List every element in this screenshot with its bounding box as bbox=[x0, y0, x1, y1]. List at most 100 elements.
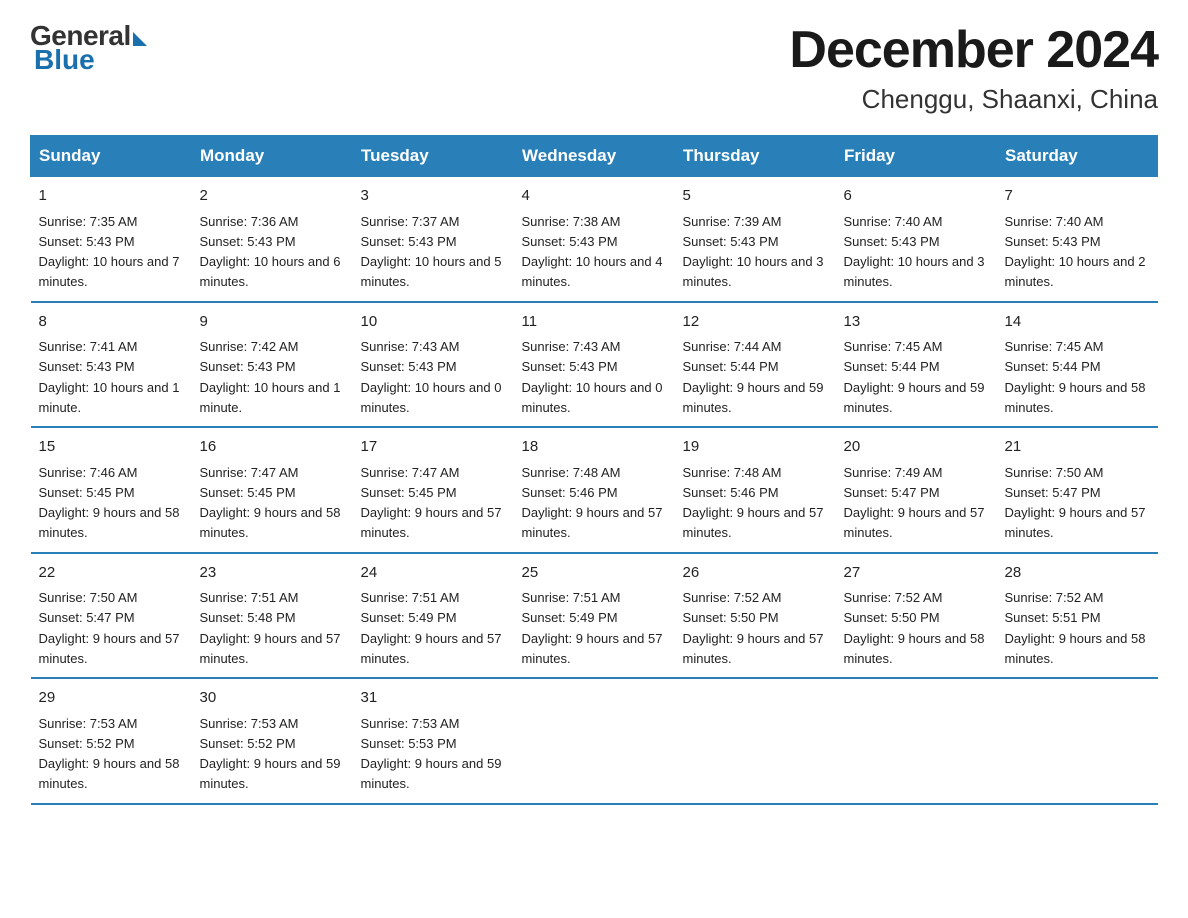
day-info: Sunrise: 7:51 AMSunset: 5:48 PMDaylight:… bbox=[200, 590, 341, 666]
day-number: 8 bbox=[39, 311, 184, 334]
day-info: Sunrise: 7:50 AMSunset: 5:47 PMDaylight:… bbox=[1005, 465, 1146, 541]
day-info: Sunrise: 7:45 AMSunset: 5:44 PMDaylight:… bbox=[1005, 339, 1146, 415]
day-info: Sunrise: 7:43 AMSunset: 5:43 PMDaylight:… bbox=[361, 339, 502, 415]
day-number: 16 bbox=[200, 436, 345, 459]
day-info: Sunrise: 7:51 AMSunset: 5:49 PMDaylight:… bbox=[522, 590, 663, 666]
table-row: 11 Sunrise: 7:43 AMSunset: 5:43 PMDayligh… bbox=[514, 302, 675, 428]
day-number: 11 bbox=[522, 311, 667, 334]
day-number: 18 bbox=[522, 436, 667, 459]
table-row: 29 Sunrise: 7:53 AMSunset: 5:52 PMDayligh… bbox=[31, 678, 192, 804]
day-info: Sunrise: 7:52 AMSunset: 5:50 PMDaylight:… bbox=[844, 590, 985, 666]
table-row: 8 Sunrise: 7:41 AMSunset: 5:43 PMDaylight… bbox=[31, 302, 192, 428]
day-number: 23 bbox=[200, 562, 345, 585]
day-info: Sunrise: 7:43 AMSunset: 5:43 PMDaylight:… bbox=[522, 339, 663, 415]
day-info: Sunrise: 7:47 AMSunset: 5:45 PMDaylight:… bbox=[200, 465, 341, 541]
table-row: 7Sunrise: 7:40 AMSunset: 5:43 PMDaylight… bbox=[997, 177, 1158, 302]
col-friday: Friday bbox=[836, 136, 997, 177]
day-info: Sunrise: 7:35 AMSunset: 5:43 PMDaylight:… bbox=[39, 214, 180, 290]
day-number: 29 bbox=[39, 687, 184, 710]
day-info: Sunrise: 7:50 AMSunset: 5:47 PMDaylight:… bbox=[39, 590, 180, 666]
table-row: 10 Sunrise: 7:43 AMSunset: 5:43 PMDayligh… bbox=[353, 302, 514, 428]
page-header: General Blue December 2024 Chenggu, Shaa… bbox=[30, 20, 1158, 115]
table-row: 16 Sunrise: 7:47 AMSunset: 5:45 PMDayligh… bbox=[192, 427, 353, 553]
table-row: 3Sunrise: 7:37 AMSunset: 5:43 PMDaylight… bbox=[353, 177, 514, 302]
calendar-week-row: 22 Sunrise: 7:50 AMSunset: 5:47 PMDayligh… bbox=[31, 553, 1158, 679]
calendar-table: Sunday Monday Tuesday Wednesday Thursday… bbox=[30, 135, 1158, 805]
day-info: Sunrise: 7:45 AMSunset: 5:44 PMDaylight:… bbox=[844, 339, 985, 415]
table-row: 18Sunrise: 7:48 AMSunset: 5:46 PMDayligh… bbox=[514, 427, 675, 553]
day-number: 1 bbox=[39, 185, 184, 208]
day-number: 25 bbox=[522, 562, 667, 585]
day-number: 22 bbox=[39, 562, 184, 585]
day-number: 20 bbox=[844, 436, 989, 459]
day-number: 2 bbox=[200, 185, 345, 208]
day-info: Sunrise: 7:39 AMSunset: 5:43 PMDaylight:… bbox=[683, 214, 824, 290]
table-row bbox=[836, 678, 997, 804]
day-number: 19 bbox=[683, 436, 828, 459]
table-row: 1 Sunrise: 7:35 AMSunset: 5:43 PMDaylight… bbox=[31, 177, 192, 302]
table-row: 4 Sunrise: 7:38 AMSunset: 5:43 PMDaylight… bbox=[514, 177, 675, 302]
day-number: 9 bbox=[200, 311, 345, 334]
day-info: Sunrise: 7:48 AMSunset: 5:46 PMDaylight:… bbox=[683, 465, 824, 541]
table-row: 15 Sunrise: 7:46 AMSunset: 5:45 PMDayligh… bbox=[31, 427, 192, 553]
table-row: 24 Sunrise: 7:51 AMSunset: 5:49 PMDayligh… bbox=[353, 553, 514, 679]
location-title: Chenggu, Shaanxi, China bbox=[789, 84, 1158, 115]
table-row: 26 Sunrise: 7:52 AMSunset: 5:50 PMDayligh… bbox=[675, 553, 836, 679]
day-info: Sunrise: 7:53 AMSunset: 5:52 PMDaylight:… bbox=[39, 716, 180, 792]
day-info: Sunrise: 7:40 AMSunset: 5:43 PMDaylight:… bbox=[844, 214, 985, 290]
day-info: Sunrise: 7:42 AMSunset: 5:43 PMDaylight:… bbox=[200, 339, 341, 415]
day-number: 17 bbox=[361, 436, 506, 459]
col-saturday: Saturday bbox=[997, 136, 1158, 177]
table-row: 22 Sunrise: 7:50 AMSunset: 5:47 PMDayligh… bbox=[31, 553, 192, 679]
table-row: 14 Sunrise: 7:45 AMSunset: 5:44 PMDayligh… bbox=[997, 302, 1158, 428]
table-row: 6 Sunrise: 7:40 AMSunset: 5:43 PMDaylight… bbox=[836, 177, 997, 302]
day-number: 12 bbox=[683, 311, 828, 334]
col-monday: Monday bbox=[192, 136, 353, 177]
day-info: Sunrise: 7:41 AMSunset: 5:43 PMDaylight:… bbox=[39, 339, 180, 415]
calendar-week-row: 29 Sunrise: 7:53 AMSunset: 5:52 PMDayligh… bbox=[31, 678, 1158, 804]
day-number: 30 bbox=[200, 687, 345, 710]
table-row: 25 Sunrise: 7:51 AMSunset: 5:49 PMDayligh… bbox=[514, 553, 675, 679]
table-row: 5 Sunrise: 7:39 AMSunset: 5:43 PMDaylight… bbox=[675, 177, 836, 302]
day-number: 14 bbox=[1005, 311, 1150, 334]
day-info: Sunrise: 7:52 AMSunset: 5:50 PMDaylight:… bbox=[683, 590, 824, 666]
day-info: Sunrise: 7:47 AMSunset: 5:45 PMDaylight:… bbox=[361, 465, 502, 541]
month-title: December 2024 bbox=[789, 20, 1158, 80]
day-number: 10 bbox=[361, 311, 506, 334]
table-row: 30Sunrise: 7:53 AMSunset: 5:52 PMDayligh… bbox=[192, 678, 353, 804]
day-info: Sunrise: 7:44 AMSunset: 5:44 PMDaylight:… bbox=[683, 339, 824, 415]
day-number: 24 bbox=[361, 562, 506, 585]
logo-triangle-icon bbox=[133, 32, 147, 46]
table-row: 27 Sunrise: 7:52 AMSunset: 5:50 PMDayligh… bbox=[836, 553, 997, 679]
day-number: 21 bbox=[1005, 436, 1150, 459]
day-number: 27 bbox=[844, 562, 989, 585]
day-number: 28 bbox=[1005, 562, 1150, 585]
day-info: Sunrise: 7:51 AMSunset: 5:49 PMDaylight:… bbox=[361, 590, 502, 666]
day-info: Sunrise: 7:46 AMSunset: 5:45 PMDaylight:… bbox=[39, 465, 180, 541]
table-row: 21 Sunrise: 7:50 AMSunset: 5:47 PMDayligh… bbox=[997, 427, 1158, 553]
title-section: December 2024 Chenggu, Shaanxi, China bbox=[789, 20, 1158, 115]
day-info: Sunrise: 7:38 AMSunset: 5:43 PMDaylight:… bbox=[522, 214, 663, 290]
table-row: 20 Sunrise: 7:49 AMSunset: 5:47 PMDayligh… bbox=[836, 427, 997, 553]
col-sunday: Sunday bbox=[31, 136, 192, 177]
day-number: 4 bbox=[522, 185, 667, 208]
table-row: 28Sunrise: 7:52 AMSunset: 5:51 PMDayligh… bbox=[997, 553, 1158, 679]
table-row bbox=[514, 678, 675, 804]
day-info: Sunrise: 7:53 AMSunset: 5:53 PMDaylight:… bbox=[361, 716, 502, 792]
table-row: 12 Sunrise: 7:44 AMSunset: 5:44 PMDayligh… bbox=[675, 302, 836, 428]
table-row: 31Sunrise: 7:53 AMSunset: 5:53 PMDayligh… bbox=[353, 678, 514, 804]
day-number: 15 bbox=[39, 436, 184, 459]
day-number: 6 bbox=[844, 185, 989, 208]
col-wednesday: Wednesday bbox=[514, 136, 675, 177]
day-info: Sunrise: 7:49 AMSunset: 5:47 PMDaylight:… bbox=[844, 465, 985, 541]
day-number: 13 bbox=[844, 311, 989, 334]
day-number: 3 bbox=[361, 185, 506, 208]
table-row bbox=[675, 678, 836, 804]
day-number: 5 bbox=[683, 185, 828, 208]
logo-blue-text: Blue bbox=[34, 44, 95, 76]
table-row bbox=[997, 678, 1158, 804]
table-row: 2Sunrise: 7:36 AMSunset: 5:43 PMDaylight… bbox=[192, 177, 353, 302]
day-number: 7 bbox=[1005, 185, 1150, 208]
day-number: 26 bbox=[683, 562, 828, 585]
col-tuesday: Tuesday bbox=[353, 136, 514, 177]
